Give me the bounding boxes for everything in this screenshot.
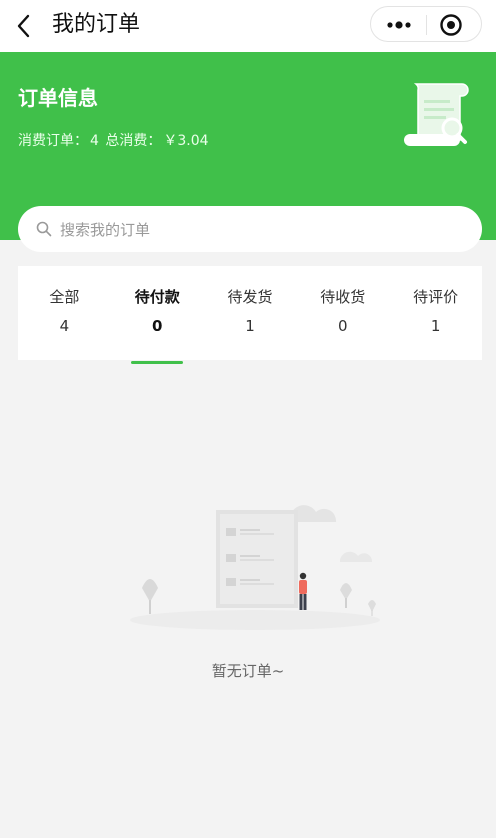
back-arrow-icon[interactable] xyxy=(14,12,36,40)
empty-state-message: 暂无订单~ xyxy=(211,662,285,680)
order-summary: 消费订单： 4 总消费： ￥3.04 xyxy=(18,130,211,150)
order-count-label: 消费订单： xyxy=(18,133,88,149)
tab-label: 待评价 xyxy=(413,288,459,306)
tab-count: 1 xyxy=(430,317,441,335)
tab-label: 待发货 xyxy=(227,288,273,306)
scroll-document-icon xyxy=(404,83,469,146)
search-input[interactable] xyxy=(58,214,462,246)
tab-label: 待收货 xyxy=(320,288,366,306)
empty-orders-illustration xyxy=(130,505,380,630)
tab-pending-receipt[interactable]: 待收货 0 xyxy=(296,266,389,360)
tab-pending-review[interactable]: 待评价 1 xyxy=(389,266,482,360)
more-dots-icon[interactable] xyxy=(383,15,415,35)
order-search-bar xyxy=(18,206,482,252)
tab-count: 0 xyxy=(151,317,163,335)
active-tab-indicator xyxy=(131,361,184,364)
total-spend-label: 总消费： xyxy=(105,133,162,149)
order-count-value: 4 xyxy=(90,133,99,149)
tab-count: 4 xyxy=(59,317,70,335)
tab-label: 待付款 xyxy=(134,288,180,306)
mini-program-capsule xyxy=(370,6,482,42)
search-icon xyxy=(36,221,52,237)
tab-count: 1 xyxy=(245,317,255,335)
order-info-title: 订单信息 xyxy=(18,86,98,110)
tab-all[interactable]: 全部 4 xyxy=(18,266,111,360)
capsule-divider xyxy=(426,15,427,35)
tab-pending-shipment[interactable]: 待发货 1 xyxy=(204,266,297,360)
total-spend-value: ￥3.04 xyxy=(163,133,209,149)
navbar: 我的订单 xyxy=(0,0,496,52)
tab-label: 全部 xyxy=(49,288,80,306)
page-title: 我的订单 xyxy=(52,12,141,37)
tab-pending-payment[interactable]: 待付款 0 xyxy=(111,266,204,364)
order-status-tabs: 全部 4 待付款 0 待发货 1 待收货 0 待评价 1 xyxy=(18,266,482,364)
target-icon[interactable] xyxy=(439,13,463,37)
tab-count: 0 xyxy=(338,317,348,335)
